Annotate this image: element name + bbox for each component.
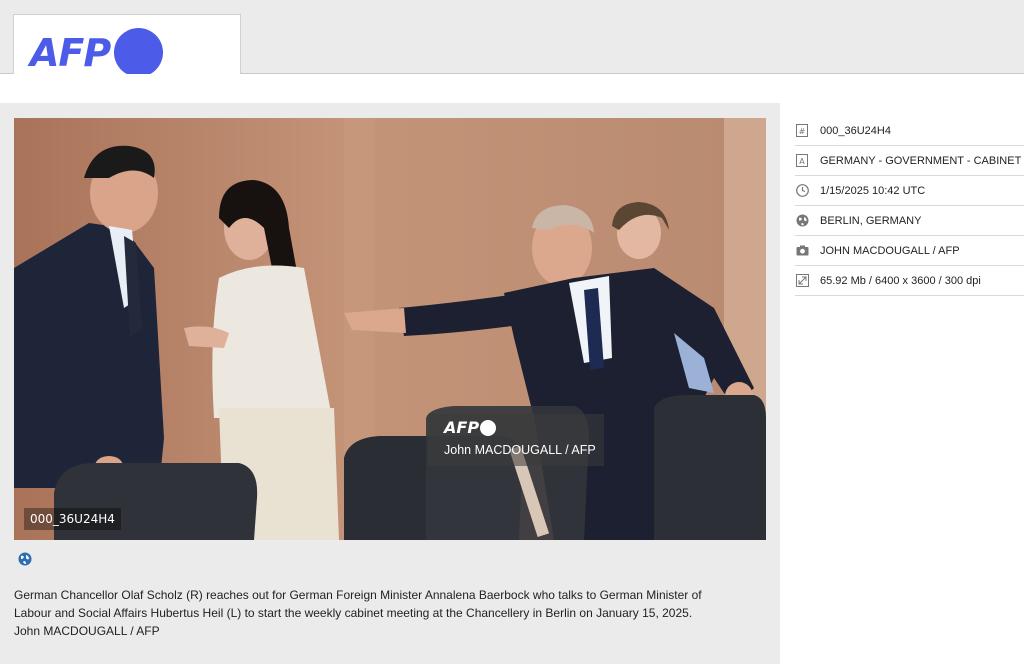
meta-category-value: GERMANY - GOVERNMENT - CABINET bbox=[820, 154, 1022, 167]
watermark-logo-dot bbox=[480, 420, 496, 436]
news-photo[interactable]: 000_36U24H4 AFP John MACDOUGALL / AFP bbox=[14, 118, 766, 540]
afp-logo-dot bbox=[114, 28, 164, 77]
caption-line-2: Labour and Social Affairs Hubertus Heil … bbox=[14, 606, 693, 620]
meta-date-value: 1/15/2025 10:42 UTC bbox=[820, 184, 926, 197]
resize-icon bbox=[795, 274, 809, 288]
header-spacer bbox=[0, 74, 1024, 103]
watermark-logo: AFP bbox=[444, 418, 480, 437]
caption-line-1: German Chancellor Olaf Scholz (R) reache… bbox=[14, 588, 702, 602]
photo-watermark: AFP John MACDOUGALL / AFP bbox=[428, 414, 604, 466]
globe-icon bbox=[795, 214, 809, 228]
meta-credit-row: JOHN MACDOUGALL / AFP bbox=[795, 236, 1024, 266]
caption-credit: John MACDOUGALL / AFP bbox=[14, 624, 160, 638]
meta-id-value: 000_36U24H4 bbox=[820, 124, 891, 137]
photo-caption: German Chancellor Olaf Scholz (R) reache… bbox=[14, 586, 766, 640]
metadata-panel: # 000_36U24H4 A GERMANY - GOVERNMENT - C… bbox=[780, 103, 1024, 664]
meta-date-row: 1/15/2025 10:42 UTC bbox=[795, 176, 1024, 206]
news-photo-illustration bbox=[14, 118, 766, 540]
camera-icon bbox=[795, 244, 809, 258]
photo-panel: 000_36U24H4 AFP John MACDOUGALL / AFP Ge… bbox=[0, 103, 780, 664]
top-bar: AFP bbox=[0, 0, 1024, 103]
svg-text:A: A bbox=[799, 157, 805, 166]
afp-logo[interactable]: AFP bbox=[30, 28, 164, 77]
id-icon: # bbox=[795, 124, 809, 138]
meta-category-row: A GERMANY - GOVERNMENT - CABINET bbox=[795, 146, 1024, 176]
meta-credit-value: JOHN MACDOUGALL / AFP bbox=[820, 244, 960, 257]
meta-location-value: BERLIN, GERMANY bbox=[820, 214, 922, 227]
photo-id-overlay: 000_36U24H4 bbox=[24, 508, 121, 530]
watermark-credit: John MACDOUGALL / AFP bbox=[444, 443, 596, 457]
meta-size-row: 65.92 Mb / 6400 x 3600 / 300 dpi bbox=[795, 266, 1024, 296]
meta-size-value: 65.92 Mb / 6400 x 3600 / 300 dpi bbox=[820, 274, 981, 287]
meta-location-row: BERLIN, GERMANY bbox=[795, 206, 1024, 236]
afp-logo-text: AFP bbox=[30, 30, 111, 75]
globe-icon[interactable] bbox=[18, 552, 32, 566]
meta-id-row: # 000_36U24H4 bbox=[795, 116, 1024, 146]
clock-icon bbox=[795, 184, 809, 198]
svg-text:#: # bbox=[799, 127, 806, 136]
category-icon: A bbox=[795, 154, 809, 168]
